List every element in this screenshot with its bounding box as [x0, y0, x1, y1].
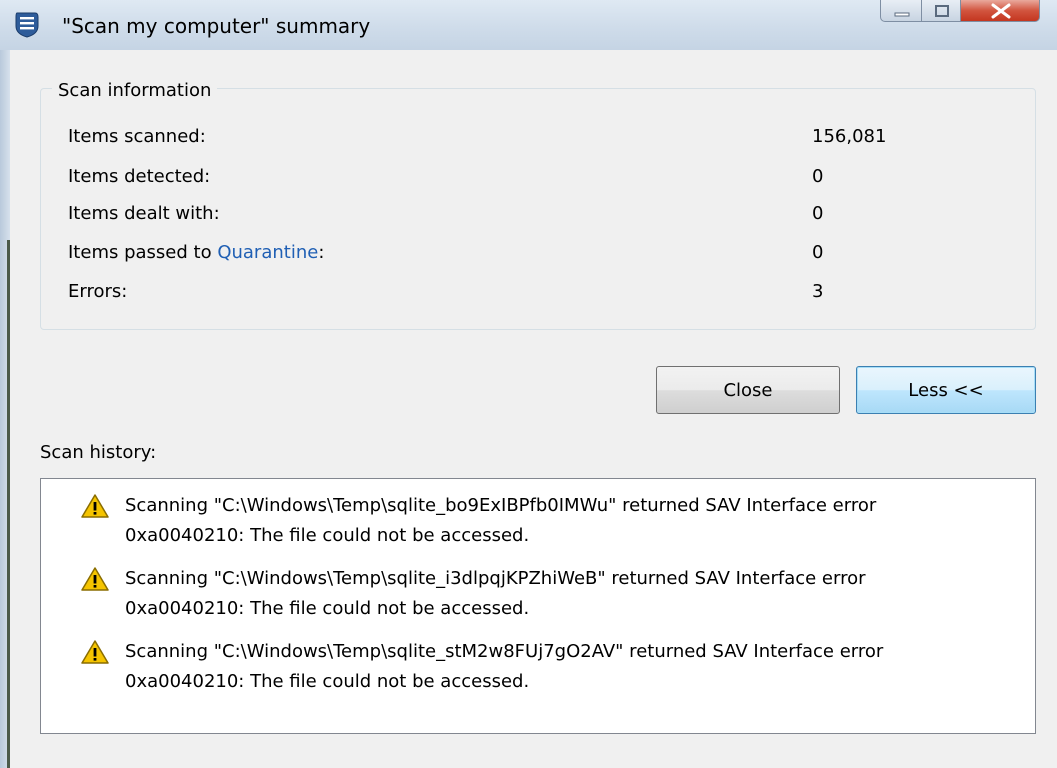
log-entry-text: Scanning "C:\Windows\Temp\sqlite_bo9ExIB…	[125, 491, 1025, 551]
log-entry-text: Scanning "C:\Windows\Temp\sqlite_i3dlpqj…	[125, 564, 1025, 624]
sophos-shield-icon	[15, 12, 39, 38]
log-entry-line: 0xa0040210: The file could not be access…	[125, 598, 530, 619]
scan-history-list[interactable]: Scanning "C:\Windows\Temp\sqlite_bo9ExIB…	[40, 478, 1036, 734]
minimize-button[interactable]	[880, 0, 922, 22]
close-button[interactable]: Close	[656, 366, 840, 414]
items-scanned-value: 156,081	[812, 126, 887, 147]
errors-value: 3	[812, 281, 824, 302]
log-entry-line: Scanning "C:\Windows\Temp\sqlite_bo9ExIB…	[125, 495, 877, 516]
warning-icon	[81, 640, 109, 664]
title-bar[interactable]: "Scan my computer" summary	[0, 0, 1057, 50]
items-quarantined-prefix: Items passed to	[68, 242, 218, 263]
minimize-icon	[894, 12, 910, 17]
close-icon	[991, 3, 1011, 19]
warning-icon	[81, 494, 109, 518]
items-detected-value: 0	[812, 166, 824, 187]
warning-icon	[81, 567, 109, 591]
window-close-button[interactable]	[960, 0, 1040, 22]
window-frame-edge	[7, 240, 10, 768]
scan-information-legend: Scan information	[52, 80, 218, 101]
log-entry-line: 0xa0040210: The file could not be access…	[125, 671, 530, 692]
less-button[interactable]: Less <<	[856, 366, 1036, 414]
log-entry-line: Scanning "C:\Windows\Temp\sqlite_i3dlpqj…	[125, 568, 866, 589]
items-dealt-with-value: 0	[812, 203, 824, 224]
items-quarantined-value: 0	[812, 242, 824, 263]
items-quarantined-suffix: :	[318, 242, 325, 263]
errors-label: Errors:	[68, 281, 128, 302]
items-quarantined-label: Items passed to Quarantine:	[68, 242, 324, 263]
items-dealt-with-label: Items dealt with:	[68, 203, 220, 224]
items-scanned-label: Items scanned:	[68, 126, 206, 147]
window-title: "Scan my computer" summary	[62, 14, 371, 38]
scan-summary-window: "Scan my computer" summary Scan informat…	[0, 0, 1057, 768]
maximize-button[interactable]	[921, 0, 961, 22]
log-entry-line: 0xa0040210: The file could not be access…	[125, 525, 530, 546]
log-entry-text: Scanning "C:\Windows\Temp\sqlite_stM2w8F…	[125, 637, 1025, 697]
log-entry-line: Scanning "C:\Windows\Temp\sqlite_stM2w8F…	[125, 641, 884, 662]
items-detected-label: Items detected:	[68, 166, 211, 187]
quarantine-link[interactable]: Quarantine	[217, 242, 318, 263]
scan-history-label: Scan history:	[40, 442, 157, 463]
maximize-icon	[935, 5, 949, 17]
